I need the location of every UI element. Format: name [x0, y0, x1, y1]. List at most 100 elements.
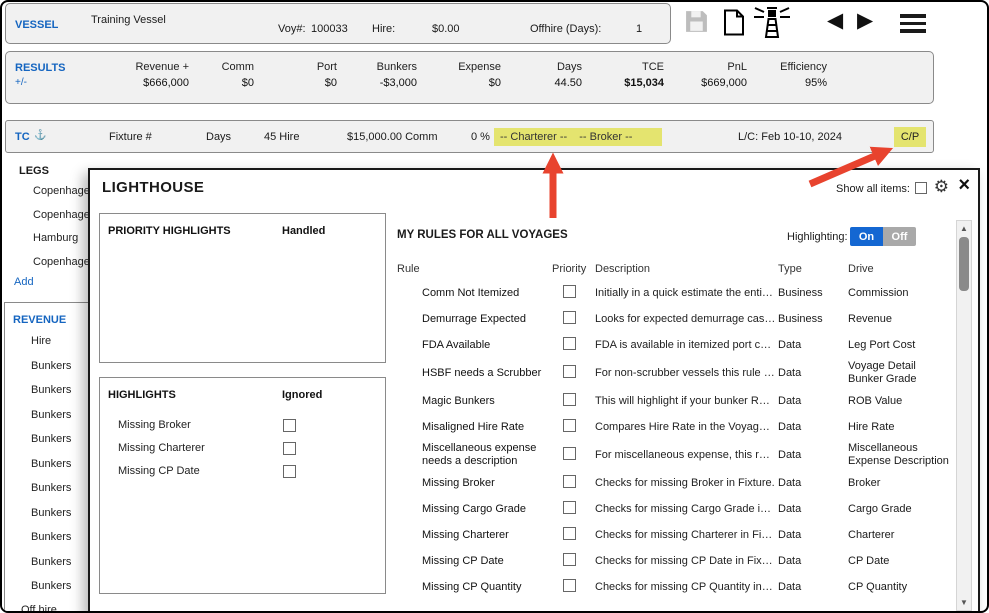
priority-checkbox[interactable]	[563, 579, 576, 592]
rule-row: FDA Available FDA is available in itemiz…	[397, 332, 953, 358]
revenue-item[interactable]: Bunkers	[5, 378, 90, 403]
ignored-checkbox[interactable]	[283, 465, 296, 478]
rule-name: Misaligned Hire Rate	[397, 421, 547, 434]
modal-title: LIGHTHOUSE	[102, 179, 204, 196]
priority-checkbox[interactable]	[563, 311, 576, 324]
rule-drive: CP Quantity	[848, 581, 953, 594]
priority-checkbox[interactable]	[563, 553, 576, 566]
revenue-item[interactable]: Bunkers	[5, 476, 90, 501]
tc-hire-text: 45 Hire	[264, 131, 299, 143]
ignored-checkbox[interactable]	[283, 419, 296, 432]
tc-section-label[interactable]: TC	[15, 131, 30, 143]
description-column-header: Description	[595, 263, 778, 275]
rule-drive: Charterer	[848, 529, 953, 542]
highlighting-label: Highlighting:	[787, 231, 848, 243]
rule-name: Missing Charterer	[397, 529, 547, 542]
new-document-icon[interactable]	[723, 9, 745, 41]
highlighting-on-button[interactable]: On	[850, 227, 883, 246]
next-voyage-icon[interactable]: ▶	[857, 10, 873, 32]
rule-type: Business	[778, 287, 848, 300]
scroll-down-icon[interactable]: ▼	[957, 598, 971, 607]
results-col-comm: Comm$0	[222, 61, 254, 89]
results-section-label[interactable]: RESULTS	[15, 62, 66, 74]
revenue-item[interactable]: Bunkers	[5, 403, 90, 428]
results-col-bunkers: Bunkers-$3,000	[377, 61, 417, 89]
rule-type: Data	[778, 367, 848, 380]
vessel-name[interactable]: Training Vessel	[91, 14, 166, 26]
leg-item[interactable]: Copenhage	[2, 180, 90, 204]
rule-description: Looks for expected demurrage cas…	[595, 313, 778, 326]
rule-name: Missing Broker	[397, 477, 547, 490]
rule-drive: Revenue	[848, 313, 953, 326]
revenue-item[interactable]: Bunkers	[5, 354, 90, 379]
revenue-item[interactable]: Bunkers	[5, 574, 90, 599]
scrollbar-thumb[interactable]	[959, 237, 969, 291]
broker-field[interactable]: -- Broker --	[579, 131, 632, 143]
menu-icon[interactable]	[900, 14, 926, 33]
close-icon[interactable]: ×	[958, 174, 970, 197]
priority-checkbox[interactable]	[563, 419, 576, 432]
rule-description: For miscellaneous expense, this r…	[595, 449, 778, 462]
leg-item[interactable]: Hamburg	[2, 227, 90, 251]
scroll-up-icon[interactable]: ▲	[957, 224, 971, 233]
anchor-icon: ⚓	[34, 130, 46, 141]
offhire-item[interactable]: Off hire	[5, 598, 90, 611]
highlighting-toggle: On Off	[850, 227, 916, 246]
rule-type: Data	[778, 395, 848, 408]
priority-checkbox[interactable]	[563, 447, 576, 460]
laycan-text: L/C: Feb 10-10, 2024	[738, 131, 842, 143]
show-all-items-checkbox[interactable]	[915, 182, 927, 194]
lighthouse-icon[interactable]	[752, 4, 792, 47]
hire-value: $0.00	[432, 23, 460, 35]
cp-button[interactable]: C/P	[894, 127, 926, 147]
highlighting-off-button[interactable]: Off	[883, 227, 916, 246]
highlights-list: Missing Broker Missing Charterer Missing…	[100, 416, 385, 485]
priority-checkbox[interactable]	[563, 501, 576, 514]
priority-checkbox[interactable]	[563, 393, 576, 406]
rule-drive: ROB Value	[848, 395, 953, 408]
results-col-days: Days44.50	[554, 61, 582, 89]
rule-name: Missing Cargo Grade	[397, 503, 547, 516]
highlight-row: Missing Broker	[100, 416, 385, 439]
rule-row: Magic Bunkers This will highlight if you…	[397, 388, 953, 414]
revenue-item[interactable]: Bunkers	[5, 452, 90, 477]
results-col-port: Port$0	[317, 61, 337, 89]
leg-item[interactable]: Copenhage	[2, 204, 90, 228]
highlight-row: Missing Charterer	[100, 439, 385, 462]
rule-type: Data	[778, 555, 848, 568]
rule-description: Compares Hire Rate in the Voyag…	[595, 421, 778, 434]
priority-checkbox[interactable]	[563, 365, 576, 378]
revenue-item[interactable]: Bunkers	[5, 501, 90, 526]
highlight-label: Missing Charterer	[118, 442, 205, 454]
rule-type: Data	[778, 503, 848, 516]
leg-item[interactable]: Copenhage	[2, 251, 90, 275]
charterer-field[interactable]: -- Charterer --	[500, 131, 567, 143]
ignored-checkbox[interactable]	[283, 442, 296, 455]
rule-type: Data	[778, 421, 848, 434]
rule-description: For non-scrubber vessels this rule …	[595, 367, 778, 380]
tc-fixture-bar: TC ⚓ Fixture # Days 45 Hire $15,000.00 C…	[5, 120, 934, 153]
rules-title: MY RULES FOR ALL VOYAGES	[397, 229, 568, 241]
rule-description: Checks for missing CP Quantity in…	[595, 581, 778, 594]
results-col-efficiency: Efficiency95%	[780, 61, 827, 89]
revenue-item[interactable]: Bunkers	[5, 427, 90, 452]
revenue-item[interactable]: Bunkers	[5, 550, 90, 575]
priority-checkbox[interactable]	[563, 475, 576, 488]
save-icon[interactable]	[684, 9, 709, 39]
vessel-section-label[interactable]: VESSEL	[15, 19, 58, 31]
priority-highlights-title: PRIORITY HIGHLIGHTS	[108, 225, 231, 237]
rule-type: Data	[778, 449, 848, 462]
rule-priority-cell	[547, 527, 595, 544]
results-plus-minus[interactable]: +/-	[15, 77, 27, 88]
modal-scrollbar[interactable]: ▲ ▼	[956, 220, 972, 611]
priority-checkbox[interactable]	[563, 527, 576, 540]
priority-checkbox[interactable]	[563, 337, 576, 350]
rule-drive: CP Date	[848, 555, 953, 568]
revenue-item[interactable]: Bunkers	[5, 525, 90, 550]
gear-icon[interactable]: ⚙	[934, 177, 949, 197]
rule-description: Checks for missing Broker in Fixture.	[595, 477, 778, 490]
add-leg-link[interactable]: Add	[14, 276, 34, 288]
priority-checkbox[interactable]	[563, 285, 576, 298]
revenue-item[interactable]: Hire	[5, 329, 90, 354]
previous-voyage-icon[interactable]: ◀	[827, 10, 843, 32]
